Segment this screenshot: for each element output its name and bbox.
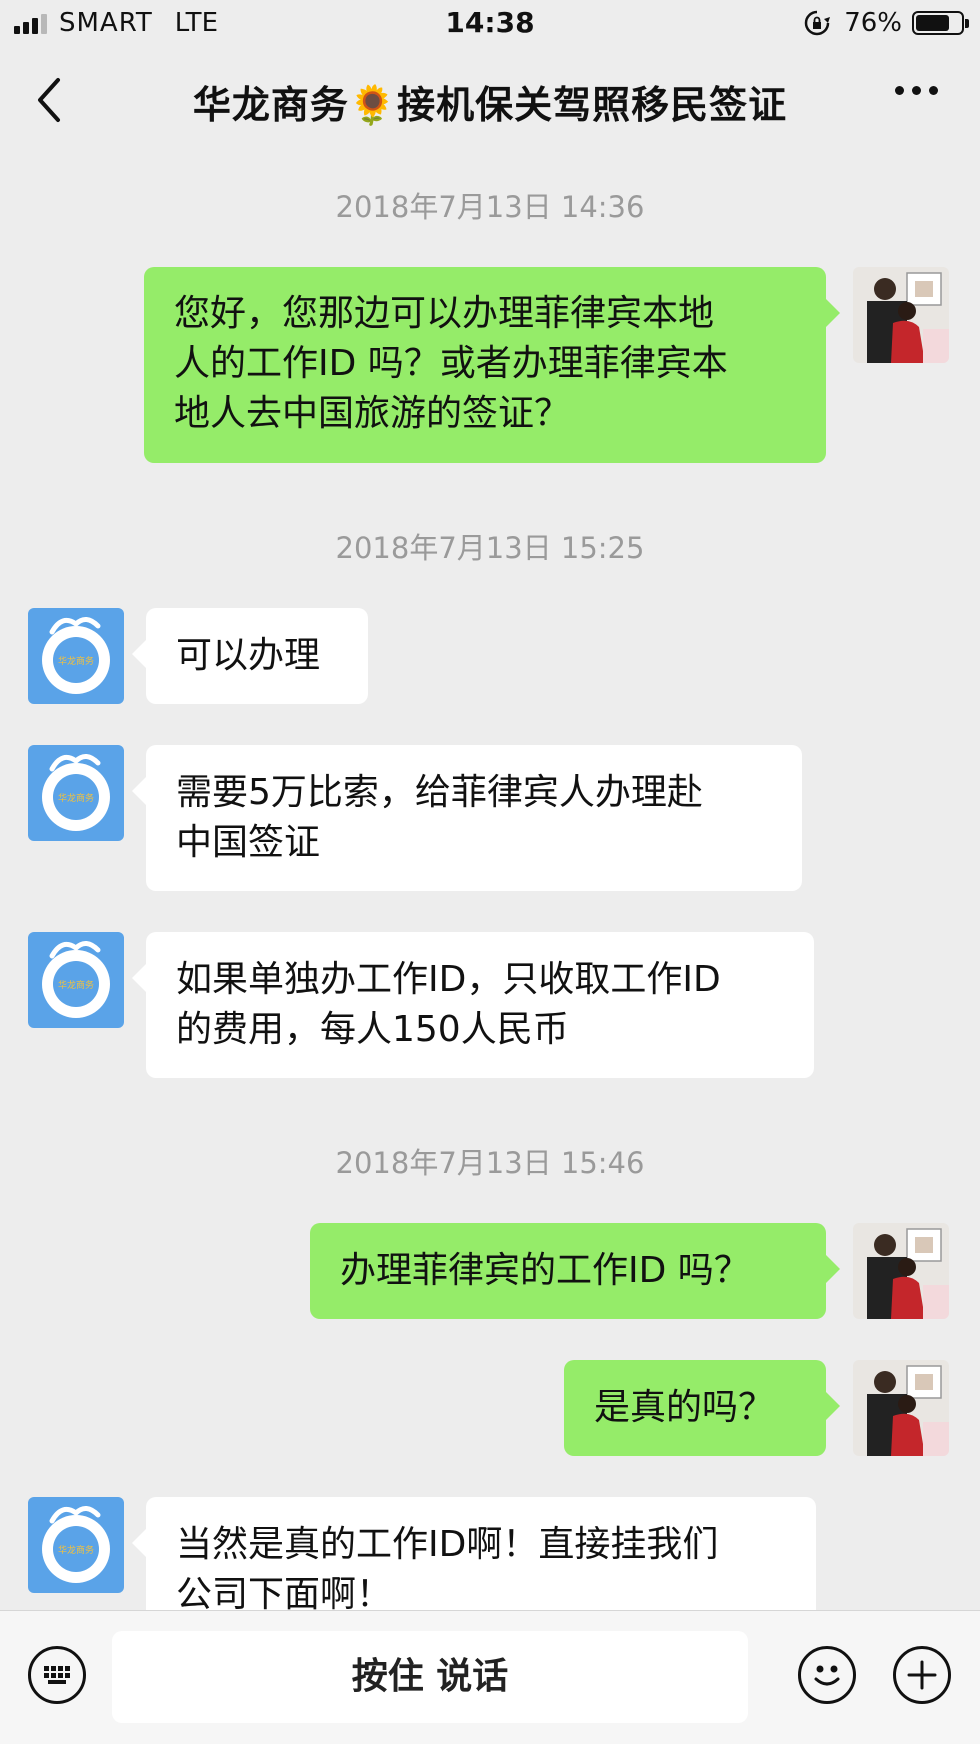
more-dots-icon[interactable]	[895, 86, 938, 95]
status-bar: SMART LTE 14:38 76%	[0, 0, 980, 50]
message-line: 中国签证	[176, 822, 321, 863]
message-line: 可以办理	[176, 635, 321, 676]
logo-text: 华龙商务	[58, 1544, 94, 1556]
timestamp: 2018年7月13日 15:25	[335, 531, 645, 565]
message-bubble-received[interactable]: 可以办理	[132, 608, 368, 704]
keyboard-icon[interactable]	[28, 1646, 86, 1704]
emoji-icon[interactable]	[798, 1646, 856, 1704]
timestamp: 2018年7月13日 15:46	[335, 1146, 645, 1180]
status-right: 76%	[804, 8, 969, 38]
avatar-self[interactable]	[853, 267, 949, 363]
message-line: 地人去中国旅游的签证？	[174, 393, 571, 434]
battery-percent: 76%	[844, 8, 902, 38]
message-bubble-received[interactable]: 需要5万比索，给菲律宾人办理赴 中国签证	[132, 745, 802, 891]
plus-icon[interactable]	[893, 1646, 951, 1704]
message-line: 是真的吗？	[594, 1387, 775, 1428]
logo-text: 华龙商务	[58, 979, 94, 991]
message-line: 的费用，每人150人民币	[176, 1009, 569, 1050]
message-line: 办理菲律宾的工作ID 吗？	[340, 1250, 750, 1291]
avatar-contact[interactable]: 华龙商务	[28, 608, 124, 704]
message-bubble-sent[interactable]: 办理菲律宾的工作ID 吗？	[310, 1223, 840, 1319]
logo-text: 华龙商务	[58, 792, 94, 804]
message-line: 如果单独办工作ID，只收取工作ID	[176, 959, 721, 1000]
chat-header: 华龙商务🌻接机保关驾照移民签证	[0, 52, 980, 148]
chat-title: 华龙商务🌻接机保关驾照移民签证	[192, 83, 788, 127]
avatar-contact[interactable]: 华龙商务	[28, 1497, 124, 1593]
rotation-lock-icon	[804, 10, 831, 36]
battery-level	[916, 15, 950, 31]
logo-text: 华龙商务	[58, 655, 94, 667]
message-line: 当然是真的工作ID啊！直接挂我们	[176, 1524, 719, 1565]
avatar-contact[interactable]: 华龙商务	[28, 932, 124, 1028]
avatar-self[interactable]	[853, 1223, 949, 1319]
message-line: 人的工作ID 吗？或者办理菲律宾本	[174, 343, 728, 384]
chat-input-bar: 按住 说话	[0, 1610, 980, 1744]
avatar-self[interactable]	[853, 1360, 949, 1456]
message-line: 需要5万比索，给菲律宾人办理赴	[176, 772, 703, 813]
message-bubble-received[interactable]: 如果单独办工作ID，只收取工作ID 的费用，每人150人民币	[132, 932, 814, 1078]
message-bubble-sent[interactable]: 您好，您那边可以办理菲律宾本地 人的工作ID 吗？或者办理菲律宾本 地人去中国旅…	[144, 267, 840, 463]
battery-icon	[912, 11, 969, 35]
message-bubble-sent[interactable]: 是真的吗？	[564, 1360, 840, 1456]
message-line: 您好，您那边可以办理菲律宾本地	[174, 293, 715, 334]
avatar-contact[interactable]: 华龙商务	[28, 745, 124, 841]
timestamp: 2018年7月13日 14:36	[335, 190, 645, 224]
hold-to-talk-button[interactable]: 按住 说话	[112, 1631, 748, 1723]
